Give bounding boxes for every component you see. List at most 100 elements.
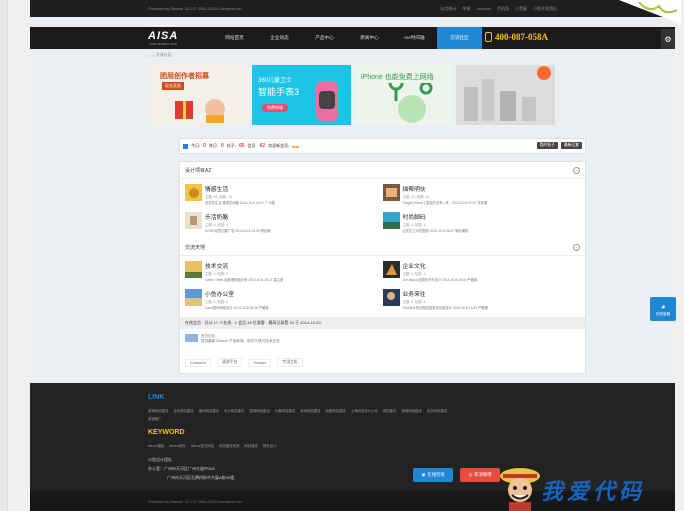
- forum-item[interactable]: 乐活奶酪 主题: 4, 帖数: 4 SOHO创意加载广告 2014-10-8 1…: [185, 209, 383, 237]
- forum-item[interactable]: 业务来往 主题: 4, 帖数: 4 SKA设计的近期交易室多功能设计 2014-…: [382, 286, 581, 314]
- forum-name[interactable]: 小鱼办公室: [205, 289, 269, 298]
- section-title[interactable]: 设计项目AZ: [185, 167, 211, 174]
- footer-link[interactable]: 长春网站建设: [275, 408, 295, 413]
- forum-info: 技术交流 主题: 4, 帖数: 4 Green Trees 绘着墙情图示例 20…: [205, 261, 283, 282]
- keyword-link[interactable]: 网站建设系统: [219, 443, 239, 448]
- top-link[interactable]: 站点统计: [440, 6, 456, 12]
- settings-gear-icon[interactable]: ⚙: [661, 29, 675, 49]
- forum-thumbnail-icon: [382, 289, 400, 306]
- footer-link[interactable]: 成都网站建设: [325, 408, 345, 413]
- friend-link[interactable]: 专用主机: [277, 358, 303, 367]
- nav-item-home[interactable]: 网站首页: [212, 27, 257, 49]
- top-link[interactable]: 手机版: [497, 6, 509, 12]
- newest-member-link[interactable]: test: [292, 144, 299, 149]
- forum-name[interactable]: 乐活奶酪: [205, 212, 270, 221]
- breadcrumb-separator: ›: [152, 52, 154, 58]
- forum-list: 设计项目AZ − 情感生活 主题: 16, 帖数: 16 鉴赏的生活 路用花间路…: [179, 161, 586, 374]
- official-forum[interactable]: 官方论坛 提供最新 Discuz! 产品新闻、软件下载与技术交流: [185, 334, 279, 344]
- bottom-copyright: Powered by Discuz! X3.2 © 2001-2013 Coms…: [148, 498, 243, 504]
- footer-link[interactable]: 网站建设: [383, 408, 397, 413]
- breadcrumb: ⌂ › 交流社区: [148, 52, 172, 58]
- site-logo[interactable]: AISA FIRM INTERACTIVE: [148, 30, 208, 47]
- forum-item[interactable]: 描帮明伙 主题: 20, 帖数: 20 Fragile Future ( 鉴赏的…: [382, 181, 581, 209]
- forum-name[interactable]: 企业文化: [403, 261, 478, 270]
- top-link[interactable]: 小黑屋: [515, 6, 527, 12]
- nav-item-products[interactable]: 产品中心: [302, 27, 347, 49]
- top-link[interactable]: 小鱼开发团队: [533, 6, 557, 12]
- banner-city[interactable]: [456, 65, 555, 125]
- forum-thumbnail-icon: [185, 184, 202, 201]
- forum-last-post[interactable]: 应发生之中的图形 2014-10-8 06:37 落彩潮鞋: [403, 228, 469, 233]
- footer-link[interactable]: 长沙网站建设: [224, 408, 244, 413]
- friend-link[interactable]: Comsenz: [185, 358, 212, 367]
- forum-last-post[interactable]: Green Trees 绘着墙情图示例 2014-10-8 16:21 建主被: [205, 277, 283, 282]
- smartwatch-icon: [316, 81, 338, 121]
- banner-apply-button[interactable]: 免费申请: [262, 104, 288, 112]
- weibo-button[interactable]: ◎ 新浪微博: [460, 468, 500, 482]
- footer-link[interactable]: 深圳网站建设: [401, 408, 421, 413]
- yesterday-label: 昨日:: [208, 143, 219, 148]
- forum-thumbnail-icon: [185, 289, 202, 306]
- footer-link[interactable]: 北京网站建设: [427, 408, 447, 413]
- banner-watch[interactable]: 360儿童卫士 智能手表3 免费申请: [252, 65, 351, 125]
- chart-icon: [183, 143, 188, 149]
- forum-item[interactable]: 情感生活 主题: 16, 帖数: 16 鉴赏的生活 路用花间路 2014-10-…: [185, 181, 383, 209]
- forum-last-post[interactable]: 鉴赏的生活 路用花间路 2014-10-8 13:07 广州箱: [205, 200, 275, 205]
- friend-link[interactable]: 漫游平台: [217, 358, 243, 367]
- forum-last-post[interactable]: Lanvi制作网络设计 2014-10-8 06:16 严傲微: [205, 305, 269, 310]
- collapse-icon[interactable]: −: [573, 244, 580, 251]
- online-consult-button[interactable]: ◉ 在线咨询: [413, 468, 453, 482]
- section-title[interactable]: 交流天地: [185, 244, 205, 251]
- side-qq-service[interactable]: ◕ 在线客服: [650, 297, 676, 321]
- forum-item[interactable]: 技术交流 主题: 4, 帖数: 4 Green Trees 绘着墙情图示例 20…: [185, 258, 383, 286]
- banner-row: 团屈创作者招募 现金奖励 360儿童卫士 智能手表3 免费申请 iPhone 也…: [150, 65, 555, 125]
- forum-name[interactable]: 业务来往: [403, 289, 488, 298]
- banner-iphone[interactable]: iPhone 也能免费上网络: [354, 65, 453, 125]
- forum-item[interactable]: 企业文化 主题: 4, 帖数: 4 Joe discuz加强的汽车设计 2014…: [382, 258, 581, 286]
- forum-meta: 主题: 4, 帖数: 4: [205, 300, 228, 304]
- top-link[interactable]: 举报: [462, 6, 470, 12]
- forum-name[interactable]: 情感生活: [205, 184, 275, 193]
- forum-name[interactable]: 技术交流: [205, 261, 283, 270]
- keyword-link[interactable]: discuz官方网站: [191, 443, 214, 448]
- forum-last-post[interactable]: Joe discuz加强的汽车设计 2014-10-8 16:04 严傲微: [403, 277, 478, 282]
- nav-item-community[interactable]: 交流社区: [437, 27, 482, 49]
- footer-link[interactable]: 营销网站建设: [148, 408, 168, 413]
- footer-links-row: 营销网站建设 台北网站建设 福州网站建设 长沙网站建设 昆明网站建设 长春网站建…: [148, 408, 447, 413]
- footer-link[interactable]: 昆明网站建设: [249, 408, 269, 413]
- forum-item[interactable]: 小鱼办公室 主题: 4, 帖数: 4 Lanvi制作网络设计 2014-10-8…: [185, 286, 383, 314]
- forum-page: Powered by Discuz! X3.2 © 2001-2013 Coms…: [30, 0, 681, 511]
- my-posts-button[interactable]: 我的帖子: [536, 142, 558, 149]
- nav-item-company-news[interactable]: 企业动态: [257, 27, 302, 49]
- forum-last-post[interactable]: Fragile Future ( 鉴赏的未来 ) 来... 2014-10-8 …: [403, 200, 488, 205]
- footer-link[interactable]: 深圳网站建设: [300, 408, 320, 413]
- corner-decoration-icon: [619, 0, 681, 24]
- footer-link[interactable]: 福州网站建设: [199, 408, 219, 413]
- collapse-icon[interactable]: −: [573, 167, 580, 174]
- forum-last-post[interactable]: SKA设计的近期交易室多功能设计 2014-10-8 13:29 严傲微: [403, 305, 488, 310]
- forum-name[interactable]: 时尚脚码: [403, 212, 469, 221]
- forum-last-post[interactable]: SOHO创意加载广告 2014-10-8 14:30 博佳微: [205, 228, 270, 233]
- keyword-link[interactable]: discuz插件: [169, 443, 185, 448]
- forum-name[interactable]: 描帮明伙: [403, 184, 488, 193]
- keyword-link[interactable]: discuz模板: [148, 443, 164, 448]
- footer-link[interactable]: 台北网站建设: [173, 408, 193, 413]
- forum-meta: 主题: 4, 帖数: 4: [205, 223, 228, 227]
- breadcrumb-current[interactable]: 交流社区: [156, 52, 172, 58]
- friend-link[interactable]: Yeswan: [248, 358, 272, 367]
- latest-replies-button[interactable]: 最新回复: [560, 142, 582, 149]
- keyword-link[interactable]: 网站建设: [244, 443, 258, 448]
- section-header: 设计项目AZ −: [180, 162, 585, 179]
- browser-frame: Powered by Discuz! X3.2 © 2001-2013 Coms…: [0, 0, 684, 511]
- footer-link[interactable]: 上海网站设计公司: [351, 408, 378, 413]
- footer-links-row: 营销推广: [148, 416, 162, 421]
- qq-icon: ◉: [421, 472, 426, 477]
- nav-item-news[interactable]: 新闻中心: [347, 27, 392, 49]
- keyword-link[interactable]: 网页设计: [263, 443, 277, 448]
- footer-link[interactable]: 营销推广: [148, 416, 162, 421]
- forum-item[interactable]: 时尚脚码 主题: 4, 帖数: 4 应发生之中的图形 2014-10-8 06:…: [382, 209, 581, 237]
- home-icon[interactable]: ⌂: [148, 53, 150, 58]
- top-link[interactable]: Archiver: [476, 6, 491, 12]
- nav-item-timeline[interactable]: me时间轴: [392, 27, 437, 49]
- banner-creator[interactable]: 团屈创作者招募 现金奖励: [150, 65, 249, 125]
